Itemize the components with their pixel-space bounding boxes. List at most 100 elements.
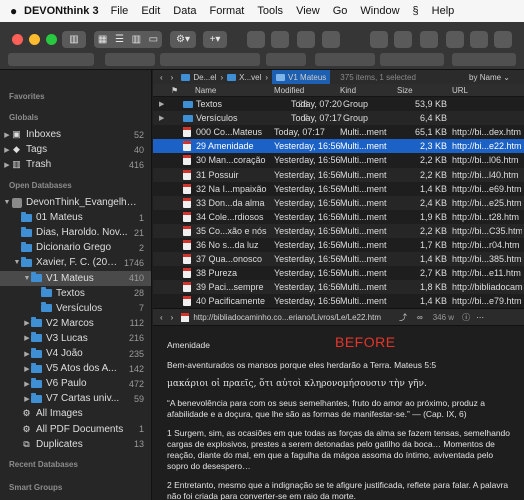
menu-view[interactable]: View [296,5,320,17]
format-popup-5[interactable] [315,53,375,66]
sidebar-item-database-entry[interactable]: ▶ V3 Lucas 216 [0,331,151,346]
document-content[interactable]: Amenidade Bem-aventurados os mansos porq… [153,326,524,500]
toolbar-button-j[interactable] [494,31,512,48]
disclosure-collapsed-icon[interactable]: ▶ [23,334,31,342]
format-popup-2[interactable] [105,53,155,66]
breadcrumb-group[interactable]: X...vel [227,73,261,82]
column-header-size[interactable]: Size [397,86,413,95]
disclosure-triangle[interactable]: ▶ [3,146,11,154]
breadcrumb-current[interactable]: V1 Mateus [272,70,331,84]
toolbar-button-e[interactable] [370,31,388,48]
disclosure-collapsed-icon[interactable]: ▶ [23,380,31,388]
document-url[interactable]: http://bibliadocaminho.co...eriano/Livro… [193,313,381,322]
disclosure-triangle[interactable]: ▶ [3,131,11,139]
smart-groups-header[interactable]: Smart Groups [9,483,62,492]
sidebar-item-database-entry[interactable]: ▼ DevonThink_Evangelho_E... [0,195,151,210]
sidebar-item-database-entry[interactable]: ⚙ All Images [0,406,151,421]
sidebar-item-database-entry[interactable]: Dicionario Grego 2 [0,240,151,255]
toolbar-button-b[interactable] [271,31,289,48]
column-header-name[interactable]: Name [195,86,216,95]
disclosure-collapsed-icon[interactable]: ▶ [159,100,164,108]
sidebar-item-database-entry[interactable]: Textos 28 [0,286,151,301]
table-row[interactable]: 29 Amenidade Yesterday, 16:56 Multi...ment… [153,139,524,154]
format-popup-1[interactable] [8,53,94,66]
table-row[interactable]: 39 Paci...sempre Yesterday, 16:56 Multi...… [153,280,524,295]
menu-edit[interactable]: Edit [141,5,160,17]
toolbar-button-i[interactable] [470,31,488,48]
globals-header[interactable]: Globals [9,113,38,122]
script-menu-icon[interactable]: § [413,5,419,17]
format-popup-4[interactable] [266,53,306,66]
disclosure-expanded-icon[interactable]: ▼ [23,275,31,282]
sidebar-item-database-entry[interactable]: Dias, Haroldo. Nov... 21 [0,225,151,240]
recent-databases-header[interactable]: Recent Databases [9,460,78,469]
disclosure-expanded-icon[interactable]: ▼ [13,259,21,266]
table-row[interactable]: 38 Pureza Yesterday, 16:56 Multi...ment 2,7… [153,266,524,280]
app-menu[interactable]: DEVONthink 3 [24,5,99,17]
toolbar-button-a[interactable] [247,31,265,48]
sort-popup[interactable]: by Name ⌄ [469,73,510,82]
forward-arrow-icon[interactable]: › [171,73,174,82]
action-menu-button[interactable]: ⚙▾ [170,31,196,48]
sidebar-item-database-entry[interactable]: ▶ V5 Atos dos A... 142 [0,361,151,376]
toolbar-button-f[interactable] [394,31,412,48]
sidebar-item-database-entry[interactable]: ⧉ Duplicates 13 [0,437,151,452]
breadcrumb-database[interactable]: De...el [181,73,216,82]
sidebar-item-database-entry[interactable]: ▼ Xavier, F. C. (201... 1746 [0,255,151,270]
disclosure-collapsed-icon[interactable]: ▶ [23,365,31,373]
table-row[interactable]: 33 Don...da alma Yesterday, 16:56 Multi...… [153,195,524,210]
table-row[interactable]: 32 Na I...mpaixão Yesterday, 16:56 Multi..… [153,182,524,196]
format-popup-7[interactable] [452,53,516,66]
sidebar-item-database-entry[interactable]: ⚙ All PDF Documents 1 [0,422,151,437]
menu-file[interactable]: File [111,5,129,17]
table-row[interactable]: 31 Possuir Yesterday, 16:56 Multi...ment 2,… [153,167,524,182]
sidebar-item-database-entry[interactable]: ▶ V6 Paulo 472 [0,376,151,391]
new-item-button[interactable]: +▾ [203,31,227,48]
sidebar-item-inboxes[interactable]: ▶ ▣ Inboxes 52 [0,127,151,142]
disclosure-collapsed-icon[interactable]: ▶ [23,350,31,358]
link-icon[interactable]: ∞ [417,313,423,322]
forward-arrow-icon[interactable]: › [171,313,174,322]
disclosure-collapsed-icon[interactable]: ▶ [23,395,31,403]
disclosure-expanded-icon[interactable]: ▼ [3,199,11,206]
back-arrow-icon[interactable]: ‹ [160,73,163,82]
column-header-modified[interactable]: Modified [274,86,304,95]
sidebar-item-trash[interactable]: ▶ ▥ Trash 416 [0,157,151,172]
toolbar-button-g[interactable] [420,31,438,48]
table-row[interactable]: 36 No s...da luz Yesterday, 16:56 Multi...… [153,238,524,252]
menu-format[interactable]: Format [210,5,245,17]
disclosure-triangle[interactable]: ▶ [3,161,11,169]
back-arrow-icon[interactable]: ‹ [160,313,163,322]
table-row[interactable]: 40 Pacificamente Yesterday, 16:56 Multi...… [153,294,524,308]
sidebar-item-database-entry[interactable]: ▼ V1 Mateus 410 [0,270,151,286]
sidebar-item-tags[interactable]: ▶ ◆ Tags 40 [0,142,151,157]
table-row[interactable]: 000 Co...Mateus Today, 07:17 Multi...ment 6… [153,125,524,139]
sidebar-item-database-entry[interactable]: Versículos 7 [0,301,151,316]
minimize-window-button[interactable] [29,34,40,45]
format-popup-3[interactable] [160,53,260,66]
table-row[interactable]: ▶ Textos 28 Today, 07:20 Group 53,9 KB [153,97,524,111]
favorites-header[interactable]: Favorites [9,92,45,101]
disclosure-collapsed-icon[interactable]: ▶ [23,319,31,327]
more-icon[interactable]: ⋯ [476,313,484,322]
icon-view-icon[interactable]: ▦ [98,34,107,45]
menu-go[interactable]: Go [333,5,348,17]
open-databases-header[interactable]: Open Databases [9,181,72,190]
menu-tools[interactable]: Tools [257,5,283,17]
cover-view-icon[interactable]: ▭ [149,34,158,45]
close-window-button[interactable] [12,34,23,45]
table-row[interactable]: 35 Co...xão e nós Yesterday, 16:56 Multi..… [153,223,524,238]
sidebar-toggle-button[interactable]: ▥ [62,31,86,48]
column-header-kind[interactable]: Kind [340,86,356,95]
info-icon[interactable]: ⓘ [462,312,470,323]
columns-view-icon[interactable]: ▥ [132,34,141,45]
column-header-url[interactable]: URL [452,86,468,95]
share-icon[interactable]: ⤴ [399,312,407,323]
table-row[interactable]: 37 Qua...onosco Yesterday, 16:56 Multi...m… [153,252,524,267]
format-popup-6[interactable] [380,53,444,66]
zoom-window-button[interactable] [46,34,57,45]
column-header-flag-icon[interactable]: ⚑ [171,86,178,95]
table-row[interactable]: 34 Cole...rdiosos Yesterday, 16:56 Multi..… [153,210,524,224]
table-row[interactable]: ▶ Versículos 7 Today, 07:17 Group 6,4 KB [153,111,524,126]
sidebar-item-database-entry[interactable]: ▶ V2 Marcos 112 [0,316,151,331]
